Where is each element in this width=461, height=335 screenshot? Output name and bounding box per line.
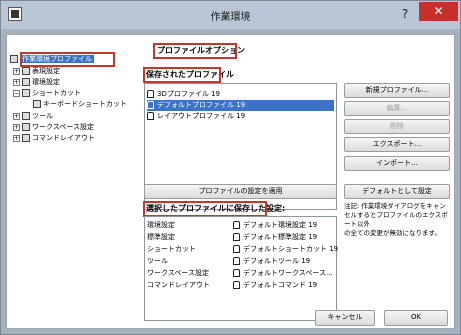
setting-name: ショートカット <box>147 245 196 253</box>
command-icon <box>22 134 30 142</box>
highlight-box <box>143 67 221 83</box>
tree-item-workspace[interactable]: + ワークスペース設定 <box>13 122 94 133</box>
folder-icon <box>22 89 30 97</box>
setting-name: 標準設定 <box>147 233 175 241</box>
setting-value: デフォルトコマンド 19 <box>233 280 317 291</box>
setting-name: 環境設定 <box>147 221 175 229</box>
ok-button[interactable]: OK <box>384 310 448 326</box>
tree-item-tools[interactable]: + ツール <box>13 111 53 122</box>
new-profile-button[interactable]: 新規プロファイル... <box>344 83 450 98</box>
setting-value: デフォルトショートカット 19 <box>233 244 338 255</box>
window-title: 作業環境 <box>210 12 251 23</box>
tree-item-display[interactable]: + 表現設定 <box>13 66 60 77</box>
tree-item-keyboard-shortcuts[interactable]: キーボードショートカット <box>33 99 127 110</box>
set-default-button[interactable]: デフォルトとして設定 <box>344 184 450 199</box>
import-button[interactable]: インポート... <box>344 156 450 171</box>
expand-icon[interactable]: + <box>13 112 20 120</box>
lock-icon <box>233 257 240 265</box>
settings-tree[interactable]: 作業環境プロファイル + 表現設定 + 環境設定 − ショートカット キーボードショー… <box>10 49 138 325</box>
delete-button[interactable]: 削除 <box>344 119 450 134</box>
expand-icon[interactable]: + <box>13 78 20 86</box>
folder-icon <box>22 78 30 86</box>
highlight-box <box>143 201 267 217</box>
setting-value: デフォルトツール 19 <box>233 256 310 267</box>
lock-icon <box>233 221 240 229</box>
setting-name: ツール <box>147 257 168 265</box>
setting-value: デフォルト環境設定 19 <box>233 220 317 231</box>
dialog-body: 作業環境プロファイル + 表現設定 + 環境設定 − ショートカット キーボードショー… <box>6 34 455 329</box>
help-icon[interactable]: ? <box>395 5 415 23</box>
expand-icon[interactable]: + <box>13 134 20 142</box>
setting-name: コマンドレイアウト <box>147 281 210 289</box>
setting-value: デフォルト標準設定 19 <box>233 232 317 243</box>
tree-item-command-layout[interactable]: + コマンドレイアウト <box>13 133 95 144</box>
title-bar: 作業環境 ? ✕ <box>1 1 460 29</box>
list-item[interactable]: レイアウトプロファイル 19 <box>147 111 334 122</box>
lock-icon <box>233 245 240 253</box>
list-item[interactable]: デフォルトプロファイル 19 <box>147 100 334 111</box>
setting-name: ワークスペース設定 <box>147 269 209 277</box>
highlight-box <box>153 43 237 59</box>
expand-icon[interactable]: + <box>13 67 20 75</box>
export-button[interactable]: エクスポート... <box>344 137 450 152</box>
close-button[interactable]: ✕ <box>419 2 458 21</box>
folder-icon <box>22 67 30 75</box>
lock-icon <box>233 233 240 241</box>
apply-profile-button[interactable]: プロファイルの設定を適用 <box>144 184 337 199</box>
tree-item-environment[interactable]: + 環境設定 <box>13 77 60 88</box>
lock-icon <box>147 90 154 98</box>
preferences-window: 作業環境 ? ✕ 作業環境プロファイル + 表現設定 + 環境設定 − ショートカット… <box>0 0 461 335</box>
list-item[interactable]: 3Dプロファイル 19 <box>147 89 334 100</box>
tools-icon <box>22 112 30 120</box>
edit-button[interactable]: 編集... <box>344 101 450 116</box>
lock-icon <box>233 269 240 277</box>
highlight-box <box>20 52 115 67</box>
tree-item-shortcuts[interactable]: − ショートカット <box>13 88 81 99</box>
expand-icon[interactable]: + <box>13 123 20 131</box>
lock-icon <box>147 101 154 109</box>
setting-value: デフォルトワークスペース... <box>233 268 333 279</box>
keyboard-icon <box>33 100 41 108</box>
stored-settings-list[interactable]: 環境設定 デフォルト環境設定 19 標準設定 デフォルト標準設定 19 ショート… <box>144 216 338 321</box>
collapse-icon[interactable]: − <box>13 89 20 97</box>
profile-icon <box>10 55 18 63</box>
lock-icon <box>147 112 154 120</box>
lock-icon <box>233 281 240 289</box>
workspace-icon <box>22 123 30 131</box>
cancel-button[interactable]: キャンセル <box>315 310 375 326</box>
note-text: 注記: 作業環境ダイアログをキャン セルするとプロファイルのエクスポート以外 の… <box>344 202 448 237</box>
